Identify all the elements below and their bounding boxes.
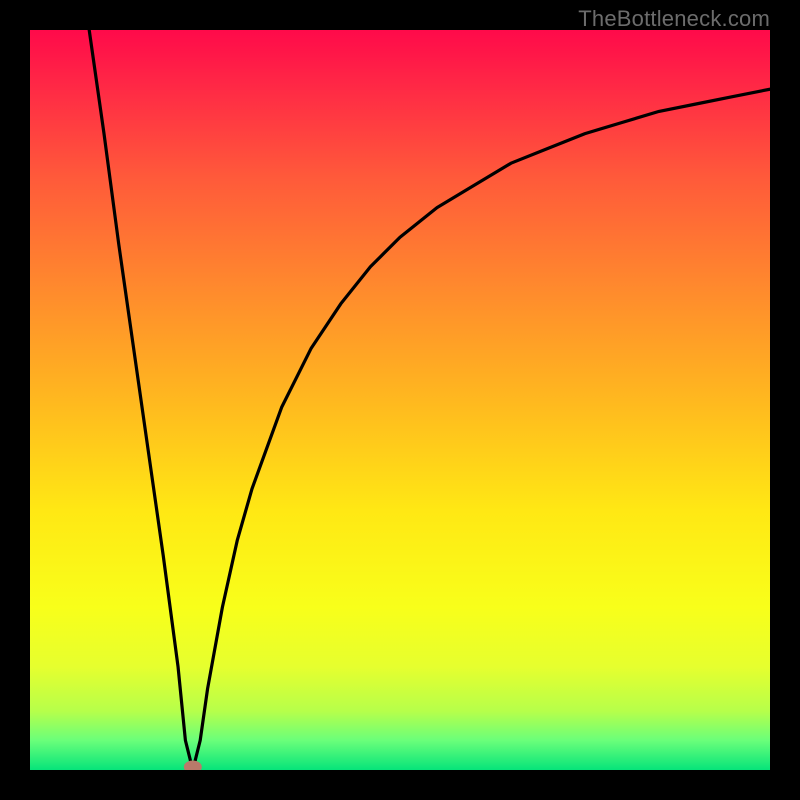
data-curve: [89, 30, 770, 770]
chart-svg: [30, 30, 770, 770]
chart-frame: TheBottleneck.com: [0, 0, 800, 800]
minimum-marker: [184, 761, 202, 771]
watermark-text: TheBottleneck.com: [578, 6, 770, 32]
plot-area: [30, 30, 770, 770]
